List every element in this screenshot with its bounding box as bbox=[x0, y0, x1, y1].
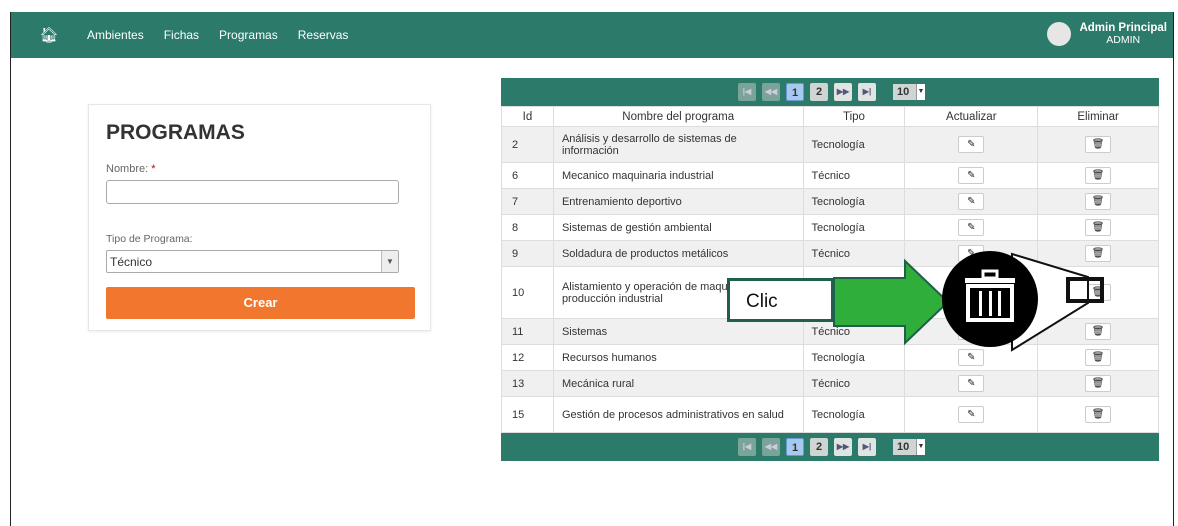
click-arrow bbox=[833, 258, 950, 346]
annotation-overlay bbox=[833, 251, 1104, 352]
click-label: Clic bbox=[727, 278, 834, 322]
